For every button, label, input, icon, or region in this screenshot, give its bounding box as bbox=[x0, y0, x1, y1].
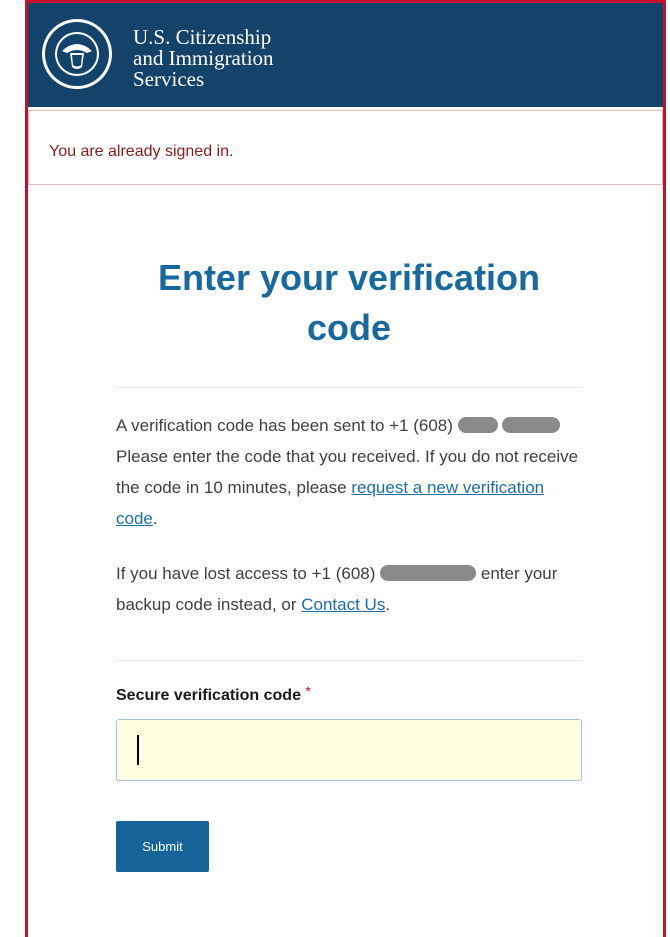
site-header: U.S. Citizenship and Immigration Service… bbox=[28, 3, 663, 107]
lost-access-message: If you have lost access to +1 (608) ente… bbox=[116, 564, 558, 614]
redacted-phone bbox=[380, 565, 477, 581]
submit-button[interactable]: Submit bbox=[116, 821, 209, 872]
agency-line-2: and Immigration bbox=[133, 46, 274, 70]
contact-us-link[interactable]: Contact Us bbox=[301, 595, 385, 614]
agency-line-3: Services bbox=[133, 67, 205, 91]
verification-code-input[interactable] bbox=[116, 719, 582, 781]
alert-message: You are already signed in. bbox=[49, 143, 234, 160]
code-sent-text: A verification code has been sent to +1 … bbox=[116, 416, 453, 435]
required-marker: * bbox=[305, 683, 311, 699]
code-field-label: Secure verification code * bbox=[116, 683, 582, 705]
lost-access-text: If you have lost access to +1 (608) bbox=[116, 564, 376, 583]
dhs-seal-icon bbox=[42, 19, 112, 89]
agency-name: U.S. Citizenship and Immigration Service… bbox=[133, 27, 274, 90]
agency-line-1: U.S. Citizenship bbox=[133, 25, 272, 49]
text-cursor bbox=[137, 735, 139, 765]
code-input-wrapper bbox=[116, 719, 582, 781]
page-title: Enter your verification code bbox=[157, 257, 541, 348]
verification-form: Enter your verification code A verificat… bbox=[116, 253, 582, 872]
page-frame: U.S. Citizenship and Immigration Service… bbox=[25, 0, 666, 937]
code-sent-message: A verification code has been sent to +1 … bbox=[116, 416, 579, 528]
divider bbox=[116, 660, 582, 661]
redacted-phone-part-2 bbox=[502, 417, 561, 433]
code-field-label-text: Secure verification code bbox=[116, 687, 301, 704]
divider bbox=[116, 387, 582, 388]
redacted-phone-part-1 bbox=[457, 417, 498, 433]
signed-in-alert: You are already signed in. bbox=[28, 110, 663, 185]
